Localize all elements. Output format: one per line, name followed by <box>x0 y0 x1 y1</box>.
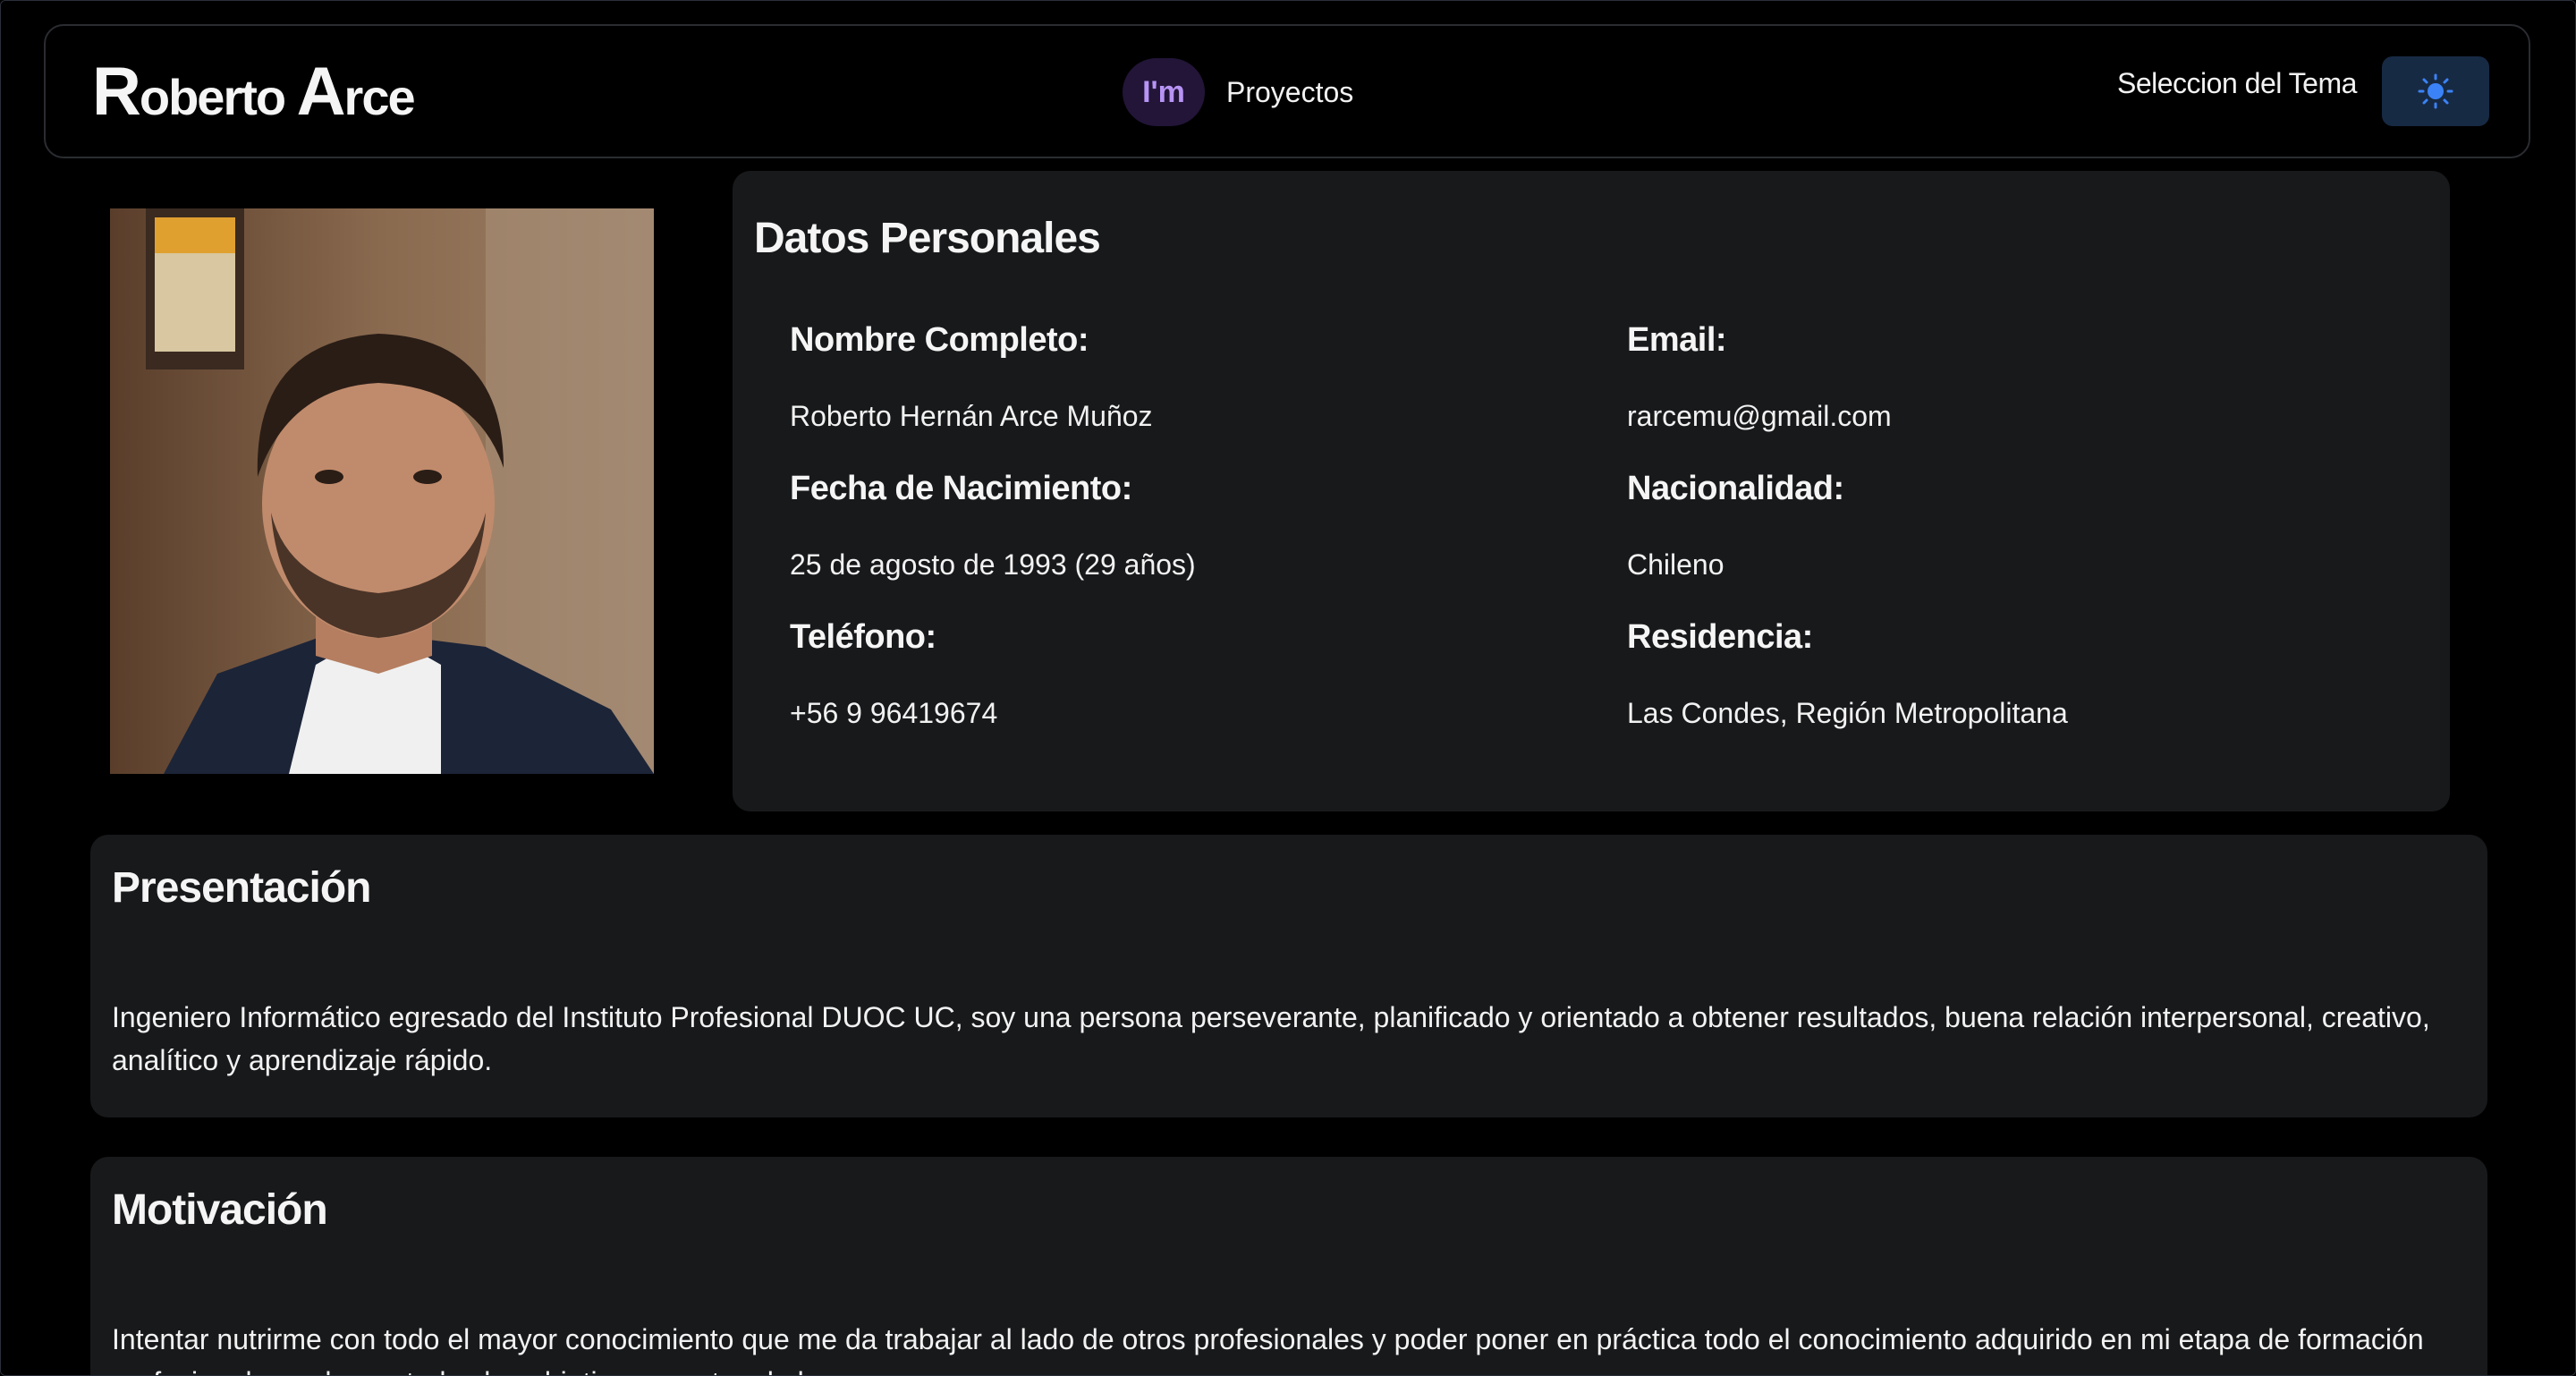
field-label-phone: Teléfono: <box>790 618 936 656</box>
brand-logo[interactable]: Roberto Arce <box>92 53 416 131</box>
field-label-nationality: Nacionalidad: <box>1627 470 1844 507</box>
page-frame: Roberto Arce I'm Proyectos Seleccion del… <box>0 0 2576 1376</box>
motivation-card: Motivación Intentar nutrirme con todo el… <box>90 1157 2487 1375</box>
personal-data-card: Datos Personales Nombre Completo: Robert… <box>733 171 2450 811</box>
field-value-nationality: Chileno <box>1627 548 1724 581</box>
field-value-phone: +56 9 96419674 <box>790 697 998 729</box>
field-value-residence: Las Condes, Región Metropolitana <box>1627 697 2068 729</box>
nav-link-proyectos[interactable]: Proyectos <box>1226 76 1353 109</box>
motivation-text: Intentar nutrirme con todo el mayor cono… <box>112 1323 2424 1375</box>
brand-last-rest: rce <box>343 69 416 125</box>
presentation-card: Presentación Ingeniero Informático egres… <box>90 835 2487 1117</box>
field-label-birth-date: Fecha de Nacimiento: <box>790 470 1132 507</box>
field-label-residence: Residencia: <box>1627 618 1813 656</box>
theme-selection-label: Seleccion del Tema <box>2117 67 2357 99</box>
presentation-text: Ingeniero Informático egresado del Insti… <box>112 1001 2430 1076</box>
presentation-title: Presentación <box>112 864 371 912</box>
profile-photo <box>110 208 654 774</box>
brand-first-rest: oberto <box>139 69 297 125</box>
im-avatar[interactable]: I'm <box>1123 58 1205 126</box>
field-value-birth-date: 25 de agosto de 1993 (29 años) <box>790 548 1196 581</box>
sun-icon <box>2418 73 2453 109</box>
field-label-full-name: Nombre Completo: <box>790 321 1089 359</box>
personal-data-title: Datos Personales <box>754 215 1101 262</box>
nav-menu: I'm Proyectos <box>1123 58 1353 126</box>
brand-initial-first: R <box>92 54 141 130</box>
brand-initial-last: A <box>296 54 346 130</box>
motivation-title: Motivación <box>112 1186 328 1234</box>
navbar: Roberto Arce I'm Proyectos Seleccion del… <box>44 24 2530 158</box>
field-label-email: Email: <box>1627 321 1727 359</box>
theme-toggle-button[interactable] <box>2382 56 2489 126</box>
field-value-full-name: Roberto Hernán Arce Muñoz <box>790 400 1153 432</box>
field-value-email[interactable]: rarcemu@gmail.com <box>1627 400 1892 433</box>
